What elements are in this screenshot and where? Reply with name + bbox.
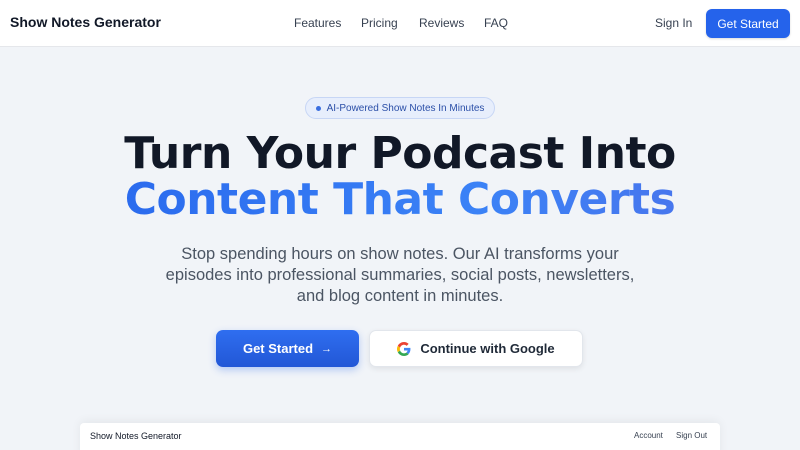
badge-label: AI-Powered Show Notes In Minutes [326,102,485,114]
headline-line-1: Turn Your Podcast Into [124,128,676,179]
dot-icon [315,105,321,111]
nav-link-features[interactable]: Features [294,16,341,30]
top-navbar: Show Notes Generator Features Pricing Re… [0,0,800,47]
preview-sign-out-link: Sign Out [676,431,708,440]
continue-with-google-button[interactable]: Continue with Google [369,330,583,367]
get-started-button[interactable]: Get Started → [216,330,359,367]
arrow-right-icon: → [321,342,333,355]
nav-link-pricing[interactable]: Pricing [361,16,398,30]
headline-line-2: Content That Converts [0,177,800,223]
nav-link-reviews[interactable]: Reviews [419,16,464,30]
nav-link-faq[interactable]: FAQ [484,16,508,30]
hero-headline: Turn Your Podcast Into Content That Conv… [0,131,800,223]
get-started-label: Get Started [242,341,314,356]
nav-get-started-button[interactable]: Get Started [706,9,790,38]
preview-account-link: Account [634,431,663,440]
app-preview-card: Show Notes Generator Account Sign Out [80,423,720,450]
hero-subtitle: Stop spending hours on show notes. Our A… [165,245,635,305]
preview-brand: Show Notes Generator [90,431,182,441]
feature-badge: AI-Powered Show Notes In Minutes [305,97,495,119]
google-icon [397,341,411,356]
sign-in-link[interactable]: Sign In [655,16,692,30]
google-button-label: Continue with Google [420,341,555,356]
